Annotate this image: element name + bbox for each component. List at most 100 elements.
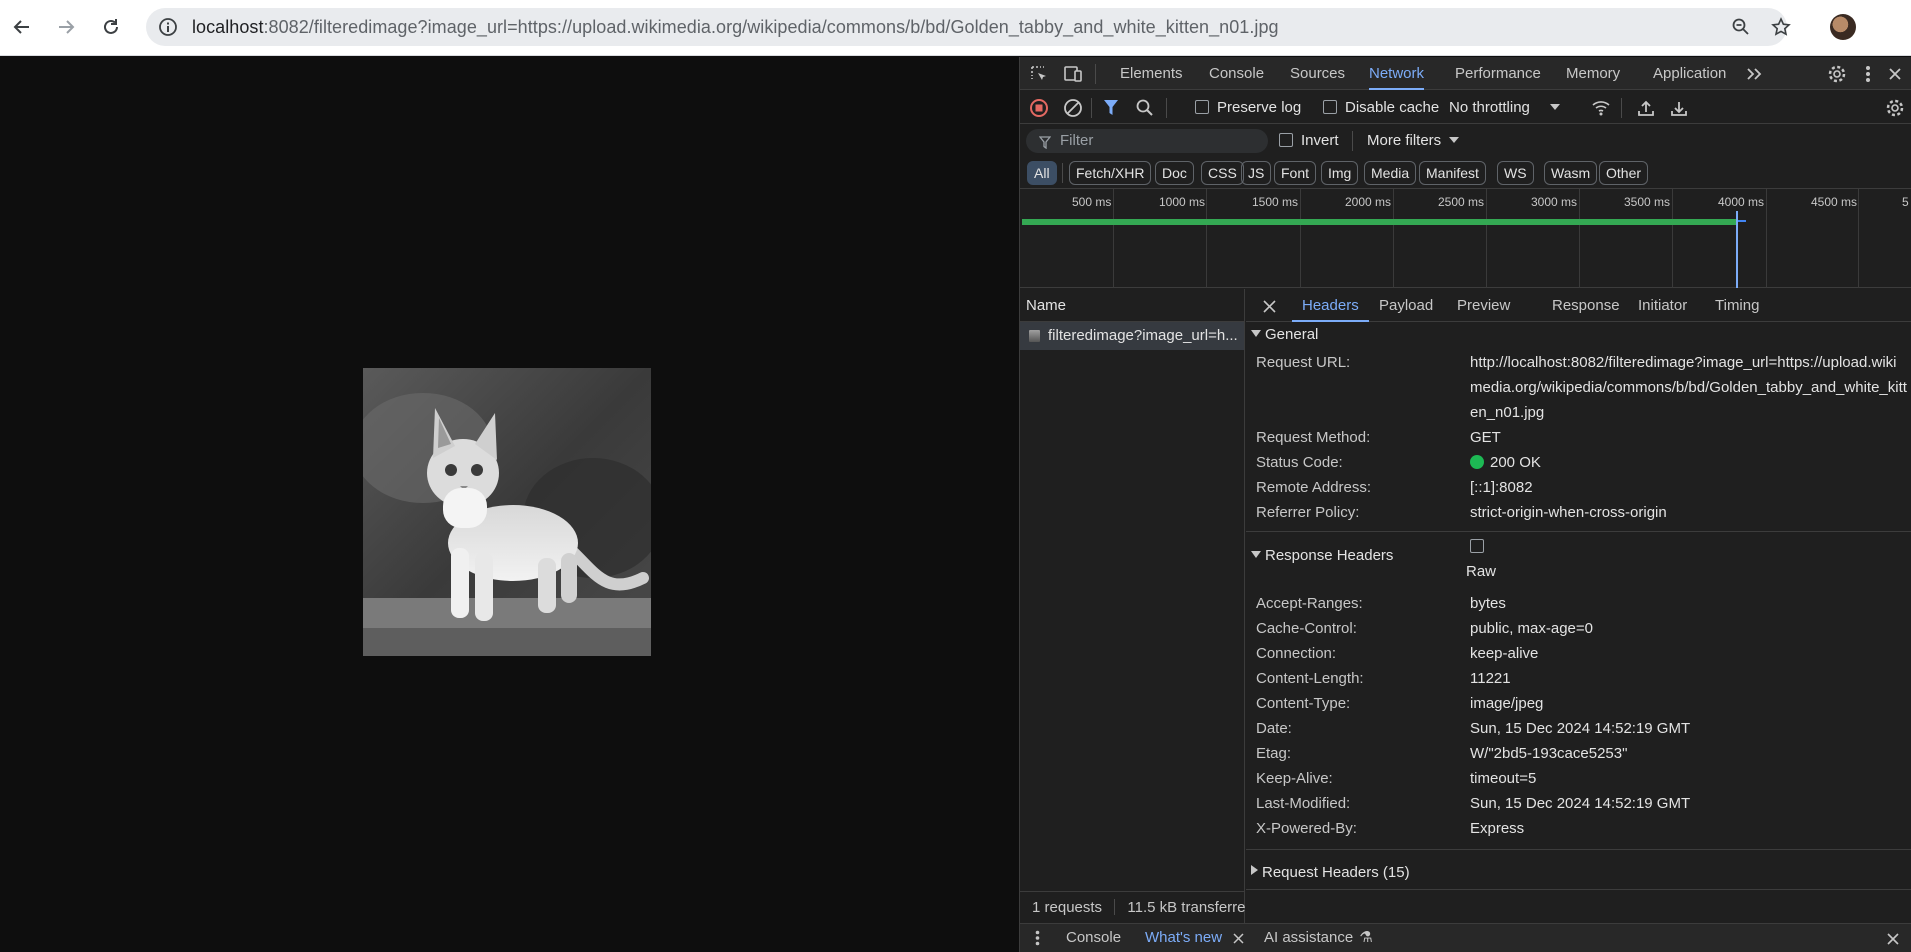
devtools-panel: Elements Console Sources Network Perform… <box>1019 57 1911 952</box>
request-download-bar <box>1737 220 1746 222</box>
url-text[interactable]: localhost:8082/filteredimage?image_url=h… <box>192 17 1279 38</box>
type-chip-font[interactable]: Font <box>1274 161 1317 185</box>
type-chip-other[interactable]: Other <box>1599 161 1649 185</box>
expand-triangle-icon <box>1251 551 1261 558</box>
transferred-size: 11.5 kB transferred <box>1127 899 1245 916</box>
general-row-value: [::1]:8082 <box>1470 479 1533 496</box>
header-value: Sun, 15 Dec 2024 14:52:19 GMT <box>1470 720 1691 737</box>
more-filters-dropdown[interactable]: More filters <box>1367 125 1460 157</box>
type-chip-ws[interactable]: WS <box>1497 161 1534 185</box>
tab-preview[interactable]: Preview <box>1457 289 1510 322</box>
throttling-value: No throttling <box>1449 99 1530 116</box>
request-headers-title: Request Headers (15) <box>1262 864 1410 881</box>
close-tab-icon[interactable] <box>1231 931 1245 945</box>
request-headers-toggle[interactable]: Request Headers (15) <box>1251 861 1410 885</box>
header-name: Last-Modified: <box>1256 795 1351 812</box>
filter-funnel-icon[interactable] <box>1100 97 1122 119</box>
type-chip-doc[interactable]: Doc <box>1155 161 1194 185</box>
devtools-drawer: Console What's new AI assistance ⚗ <box>1020 923 1911 952</box>
type-chip-css[interactable]: CSS <box>1201 161 1244 185</box>
kebab-menu-icon[interactable] <box>1860 63 1876 85</box>
request-count: 1 requests <box>1032 899 1103 916</box>
page-viewport <box>0 57 1018 952</box>
header-value: keep-alive <box>1470 645 1539 662</box>
drawer-tab-ai-assistance[interactable]: AI assistance ⚗ <box>1264 924 1373 952</box>
reload-button[interactable] <box>93 9 129 45</box>
type-chip-fetch-xhr[interactable]: Fetch/XHR <box>1069 161 1152 185</box>
network-toolbar: Preserve log Disable cache No throttling <box>1020 91 1911 124</box>
disable-cache-label: Disable cache <box>1345 99 1440 116</box>
inspect-element-icon[interactable] <box>1028 63 1050 85</box>
tab-response[interactable]: Response <box>1552 289 1620 322</box>
tab-payload[interactable]: Payload <box>1379 289 1433 322</box>
drawer-tab-console[interactable]: Console <box>1066 924 1121 952</box>
device-toolbar-icon[interactable] <box>1062 63 1084 85</box>
type-chip-wasm[interactable]: Wasm <box>1544 161 1598 185</box>
type-chip-all[interactable]: All <box>1027 161 1057 185</box>
raw-checkbox[interactable] <box>1470 539 1484 553</box>
more-tabs-chevron-icon[interactable] <box>1744 63 1766 85</box>
filter-input[interactable]: Filter <box>1026 129 1268 153</box>
type-chip-js[interactable]: JS <box>1241 161 1272 185</box>
general-row-value: GET <box>1470 429 1501 446</box>
drawer-menu-kebab-icon[interactable] <box>1030 929 1044 947</box>
tab-initiator[interactable]: Initiator <box>1638 289 1687 322</box>
settings-gear-icon[interactable] <box>1826 63 1848 85</box>
forward-button[interactable] <box>48 9 84 45</box>
tab-sources[interactable]: Sources <box>1290 57 1345 90</box>
response-headers-toggle[interactable]: Response Headers <box>1251 544 1393 568</box>
status-code-text: 200 OK <box>1490 454 1541 471</box>
more-filters-label: More filters <box>1367 132 1442 149</box>
clear-icon[interactable] <box>1062 97 1084 119</box>
reload-icon <box>104 19 118 34</box>
request-row[interactable]: filteredimage?image_url=h... <box>1020 322 1244 350</box>
tab-application[interactable]: Application <box>1653 57 1726 90</box>
type-chip-manifest[interactable]: Manifest <box>1419 161 1486 185</box>
header-name: Date: <box>1256 720 1292 737</box>
tab-network[interactable]: Network <box>1369 57 1425 90</box>
close-details-icon[interactable] <box>1260 297 1278 315</box>
name-column-header[interactable]: Name <box>1020 289 1244 322</box>
tab-headers[interactable]: Headers <box>1292 289 1369 322</box>
header-name: Content-Type: <box>1256 695 1351 712</box>
type-chip-media[interactable]: Media <box>1364 161 1417 185</box>
network-settings-gear-icon[interactable] <box>1884 97 1906 119</box>
type-chip-img[interactable]: Img <box>1321 161 1359 185</box>
invert-checkbox[interactable]: Invert <box>1279 125 1339 157</box>
record-stop-icon[interactable] <box>1028 97 1050 119</box>
status-ok-dot-icon <box>1470 455 1484 469</box>
tab-console[interactable]: Console <box>1209 57 1264 90</box>
request-details: Headers Payload Preview Response Initiat… <box>1246 289 1911 923</box>
general-section-toggle[interactable]: General <box>1251 323 1318 347</box>
profile-avatar[interactable] <box>1830 14 1856 40</box>
timeline-tick-label: 2000 ms <box>1345 195 1392 209</box>
preserve-log-checkbox[interactable]: Preserve log <box>1195 91 1301 124</box>
tab-elements[interactable]: Elements <box>1120 57 1183 90</box>
site-info-icon[interactable] <box>156 15 180 39</box>
network-overview-timeline[interactable]: 500 ms 1000 ms 1500 ms 2000 ms 2500 ms 3… <box>1020 189 1911 288</box>
network-conditions-wifi-icon[interactable] <box>1590 97 1612 119</box>
tab-performance[interactable]: Performance <box>1455 57 1541 90</box>
drawer-tab-whats-new[interactable]: What's new <box>1145 924 1222 952</box>
search-icon[interactable] <box>1134 97 1156 119</box>
import-har-upload-icon[interactable] <box>1635 97 1657 119</box>
throttling-select[interactable]: No throttling <box>1449 91 1560 124</box>
close-devtools-icon[interactable] <box>1884 63 1906 85</box>
address-bar[interactable]: localhost:8082/filteredimage?image_url=h… <box>146 8 1791 46</box>
export-har-download-icon[interactable] <box>1668 97 1690 119</box>
general-row-name: Referrer Policy: <box>1256 504 1360 521</box>
zoom-icon[interactable] <box>1729 15 1753 39</box>
header-name: Cache-Control: <box>1256 620 1357 637</box>
back-button[interactable] <box>4 9 40 45</box>
header-value: Sun, 15 Dec 2024 14:52:19 GMT <box>1470 795 1691 812</box>
bookmark-star-icon[interactable] <box>1769 15 1793 39</box>
timeline-tick-label: 4000 ms <box>1718 195 1765 209</box>
devtools-tabbar: Elements Console Sources Network Perform… <box>1020 57 1911 90</box>
back-arrow-icon <box>13 20 29 34</box>
tab-timing[interactable]: Timing <box>1715 289 1759 322</box>
header-value: bytes <box>1470 595 1506 612</box>
tab-memory[interactable]: Memory <box>1566 57 1620 90</box>
disable-cache-checkbox[interactable]: Disable cache <box>1323 91 1439 124</box>
request-url-line: media.org/wikipedia/commons/b/bd/Golden_… <box>1470 379 1907 396</box>
close-drawer-icon[interactable] <box>1884 930 1902 948</box>
